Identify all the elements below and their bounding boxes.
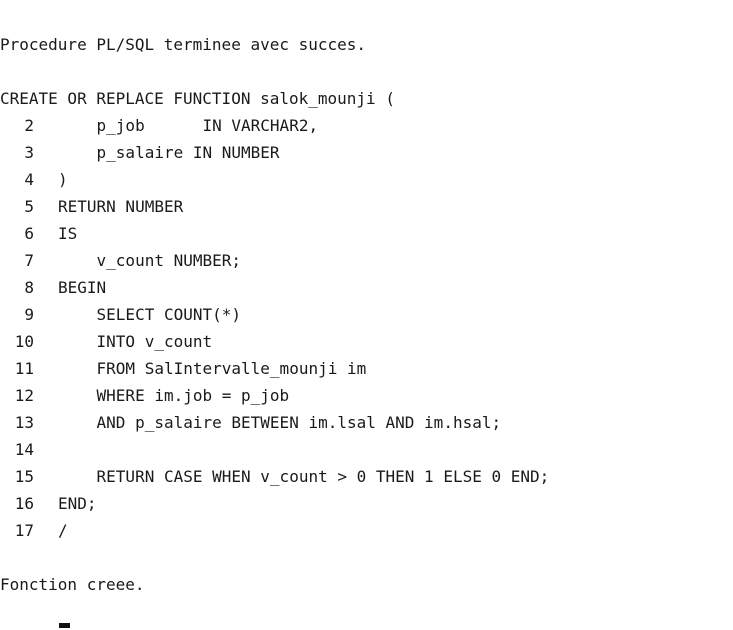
code-line: 17 / <box>0 517 733 544</box>
line-text: p_salaire IN NUMBER <box>58 143 280 162</box>
line-text: v_count NUMBER; <box>58 251 242 270</box>
line-number: 12 <box>14 386 34 405</box>
line-text: INTO v_count <box>58 332 213 351</box>
code-line-1: CREATE OR REPLACE FUNCTION salok_mounji … <box>0 89 395 108</box>
line-text: p_job IN VARCHAR2, <box>58 116 319 135</box>
sqlplus-console[interactable]: Procedure PL/SQL terminee avec succes. C… <box>0 31 733 598</box>
line-number: 15 <box>14 467 34 486</box>
code-line: 6 IS <box>0 220 733 247</box>
code-line: 14 <box>0 436 733 463</box>
code-line: 12 WHERE im.job = p_job <box>0 382 733 409</box>
line-text: END; <box>58 494 97 513</box>
code-line: 4) <box>0 166 733 193</box>
code-line: 16 END; <box>0 490 733 517</box>
code-line: 3 p_salaire IN NUMBER <box>0 139 733 166</box>
line-number: 2 <box>24 116 34 135</box>
code-line: 13 AND p_salaire BETWEEN im.lsal AND im.… <box>0 409 733 436</box>
code-line: 10 INTO v_count <box>0 328 733 355</box>
line-text: SELECT COUNT(*) <box>58 305 242 324</box>
line-number: 14 <box>14 440 34 459</box>
code-line: 15 RETURN CASE WHEN v_count > 0 THEN 1 E… <box>0 463 733 490</box>
line-text: IS <box>58 224 78 243</box>
line-number: 11 <box>14 359 34 378</box>
line-number: 5 <box>24 197 34 216</box>
line-text: RETURN CASE WHEN v_count > 0 THEN 1 ELSE… <box>58 467 550 486</box>
line-number: 9 <box>24 305 34 324</box>
line-number: 6 <box>24 224 34 243</box>
line-text: RETURN NUMBER <box>58 197 184 216</box>
line-number: 7 <box>24 251 34 270</box>
code-line: 7 v_count NUMBER; <box>0 247 733 274</box>
line-text: / <box>58 521 68 540</box>
line-number: 16 <box>14 494 34 513</box>
code-line: 9 SELECT COUNT(*) <box>0 301 733 328</box>
line-text: FROM SalIntervalle_mounji im <box>58 359 367 378</box>
code-line: 8 BEGIN <box>0 274 733 301</box>
line-text: AND p_salaire BETWEEN im.lsal AND im.hsa… <box>58 413 502 432</box>
line-number: 4 <box>24 170 34 189</box>
procedure-success-message: Procedure PL/SQL terminee avec succes. <box>0 35 367 54</box>
line-text: WHERE im.job = p_job <box>58 386 290 405</box>
function-created-message: Fonction creee. <box>0 575 145 594</box>
line-text: ) <box>58 170 68 189</box>
code-line: 11 FROM SalIntervalle_mounji im <box>0 355 733 382</box>
code-line: 5 RETURN NUMBER <box>0 193 733 220</box>
line-number: 3 <box>24 143 34 162</box>
code-line: 2 p_job IN VARCHAR2, <box>0 112 733 139</box>
line-number: 13 <box>14 413 34 432</box>
line-text: BEGIN <box>58 278 107 297</box>
line-number: 8 <box>24 278 34 297</box>
line-number: 10 <box>14 332 34 351</box>
line-number: 17 <box>14 521 34 540</box>
text-cursor <box>59 623 70 628</box>
